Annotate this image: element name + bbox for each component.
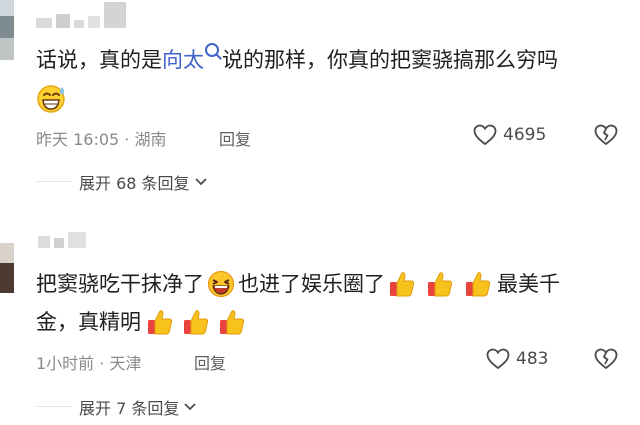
like-button[interactable]: 483	[486, 348, 548, 370]
thumbs-up-emoji	[217, 307, 247, 337]
search-icon[interactable]	[205, 43, 219, 57]
replies-divider	[36, 181, 72, 182]
comment-meta: 1小时前 · 天津	[36, 354, 142, 373]
broken-heart-icon	[594, 348, 618, 370]
timestamp: 昨天 16:05	[36, 130, 120, 149]
like-count: 4695	[503, 125, 547, 145]
avatar[interactable]	[0, 243, 14, 293]
comment-text-line-2: 金，真精明	[36, 303, 247, 341]
reply-button[interactable]: 回复	[194, 350, 226, 374]
mention-link[interactable]: 向太	[162, 48, 204, 72]
comment-text: 话说，真的是向太 说的那样，你真的把窦骁搞那么穷吗	[36, 41, 558, 79]
dislike-button[interactable]	[594, 124, 618, 146]
thumbs-up-emoji	[387, 269, 417, 299]
username-redacted	[36, 2, 126, 28]
laughing-emoji	[207, 270, 235, 298]
broken-heart-icon	[594, 124, 618, 146]
dislike-button[interactable]	[594, 348, 618, 370]
comment-text: 把窦骁吃干抹净了 也进了娱乐圈了 最美千	[36, 265, 560, 303]
thumbs-up-emoji	[425, 269, 455, 299]
avatar[interactable]	[0, 0, 14, 60]
grin-sweat-emoji	[36, 84, 68, 114]
location: 湖南	[134, 130, 167, 149]
like-count: 483	[516, 349, 549, 369]
replies-divider	[36, 406, 72, 407]
timestamp: 1小时前	[36, 354, 95, 373]
thumbs-up-emoji	[463, 269, 493, 299]
like-button[interactable]: 4695	[473, 124, 546, 146]
username-redacted	[38, 232, 86, 248]
chevron-down-icon	[194, 177, 208, 187]
comment-meta: 昨天 16:05 · 湖南	[36, 130, 167, 149]
heart-icon	[473, 124, 497, 146]
chevron-down-icon	[183, 402, 197, 412]
location: 天津	[109, 354, 142, 373]
heart-icon	[486, 348, 510, 370]
thumbs-up-emoji	[181, 307, 211, 337]
thumbs-up-emoji	[145, 307, 175, 337]
expand-replies-button[interactable]: 展开 7 条回复	[79, 395, 197, 419]
expand-replies-button[interactable]: 展开 68 条回复	[79, 170, 208, 194]
reply-button[interactable]: 回复	[219, 126, 251, 150]
